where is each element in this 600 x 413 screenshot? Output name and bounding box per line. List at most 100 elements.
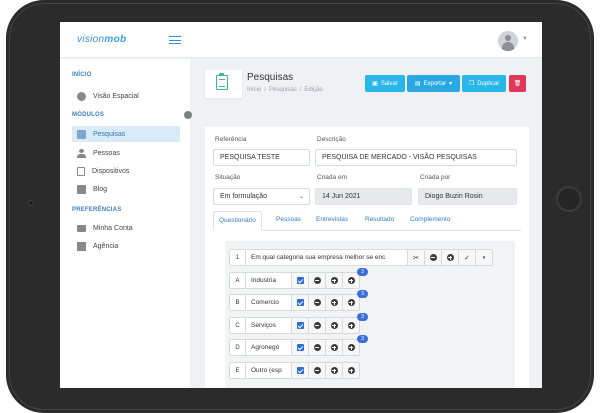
option-text-field[interactable]: Comercio bbox=[246, 294, 292, 311]
confirm-button[interactable]: ✓ bbox=[459, 249, 476, 266]
sidebar-item-label: Dispositivos bbox=[92, 168, 129, 175]
sidebar-item-agencia[interactable]: Agência bbox=[72, 238, 180, 254]
sidebar-item-pesquisas[interactable]: Pesquisas bbox=[72, 126, 180, 142]
menu-icon[interactable] bbox=[169, 36, 181, 44]
situacao-select[interactable]: Em formulação ⌄ bbox=[213, 188, 310, 205]
trash-icon: 🗑 bbox=[514, 80, 522, 87]
plus-circle-icon bbox=[348, 277, 355, 284]
sidebar-item-dispositivos[interactable]: Dispositivos bbox=[72, 163, 180, 179]
tab-pessoas[interactable]: Pessoas bbox=[276, 216, 301, 223]
tools-button[interactable]: ✂ bbox=[408, 249, 425, 266]
option-checkbox[interactable] bbox=[292, 272, 309, 289]
avatar[interactable] bbox=[498, 31, 518, 51]
situacao-label: Situação bbox=[215, 174, 240, 181]
save-button[interactable]: ▣ Salvar bbox=[365, 75, 405, 92]
more-button[interactable]: ▾ bbox=[476, 249, 493, 266]
option-text-field[interactable]: Industria bbox=[246, 272, 292, 289]
home-button bbox=[556, 186, 582, 212]
duplicate-button[interactable]: ❐ Duplicar bbox=[462, 75, 506, 92]
remove-option-button[interactable] bbox=[309, 294, 326, 311]
breadcrumb: Início / Pesquisas / Edição bbox=[247, 87, 323, 93]
clipboard-icon bbox=[216, 75, 228, 90]
minus-circle-icon bbox=[314, 277, 321, 284]
criada-em-field: 14 Jun 2021 bbox=[315, 188, 412, 205]
tab-complemento[interactable]: Complemento bbox=[410, 216, 450, 223]
count-badge: 3 bbox=[357, 335, 368, 343]
add-question-button[interactable] bbox=[442, 249, 459, 266]
add-option-button[interactable] bbox=[326, 339, 343, 356]
blog-icon bbox=[77, 185, 86, 194]
plus-circle-icon bbox=[348, 322, 355, 329]
app-logo[interactable]: visionmob bbox=[77, 34, 126, 45]
criada-por-field: Diogo Buzin Rosin bbox=[418, 188, 517, 205]
option-text-field[interactable]: Agronegó bbox=[246, 339, 292, 356]
add-option-button[interactable] bbox=[326, 294, 343, 311]
sidebar-item-blog[interactable]: Blog bbox=[72, 181, 180, 197]
sidebar-item-pessoas[interactable]: Pessoas bbox=[72, 145, 180, 161]
app-screen: visionmob ▼ INÍCIO Visão Espacial MÓDULO… bbox=[60, 22, 542, 388]
option-row: C Serviços bbox=[229, 317, 360, 334]
export-button[interactable]: ▤ Exportar ▾ bbox=[407, 75, 460, 92]
option-checkbox[interactable] bbox=[292, 294, 309, 311]
sidebar: INÍCIO Visão Espacial MÓDULOS Pesquisas … bbox=[60, 59, 190, 388]
option-checkbox[interactable] bbox=[292, 362, 309, 379]
people-icon bbox=[77, 149, 86, 158]
sidebar-item-label: Pesquisas bbox=[93, 131, 125, 138]
tools-icon: ✂ bbox=[413, 254, 419, 262]
question-number: 1 bbox=[229, 249, 246, 266]
sub-option-button[interactable] bbox=[343, 362, 360, 379]
referencia-label: Referência bbox=[215, 136, 246, 143]
sidebar-item-minha-conta[interactable]: Minha Conta bbox=[72, 220, 180, 236]
sidebar-item-visao-espacial[interactable]: Visão Espacial bbox=[72, 88, 180, 104]
clipboard-icon bbox=[77, 130, 86, 139]
count-badge: 3 bbox=[357, 268, 368, 276]
plus-circle-icon bbox=[331, 367, 338, 374]
save-icon: ▣ bbox=[372, 80, 378, 87]
tab-resultado[interactable]: Resultado bbox=[365, 216, 394, 223]
minus-circle-icon bbox=[314, 299, 321, 306]
save-label: Salvar bbox=[381, 81, 398, 87]
descricao-label: Descrição bbox=[317, 136, 346, 143]
sidebar-collapse-handle[interactable] bbox=[184, 111, 192, 119]
checkbox-checked-icon bbox=[297, 299, 304, 306]
breadcrumb-inicio[interactable]: Início bbox=[247, 87, 261, 93]
descricao-field[interactable]: PESQUISA DE MERCADO - VISÃO PESQUISAS bbox=[315, 149, 517, 166]
checkbox-checked-icon bbox=[297, 367, 304, 374]
add-option-button[interactable] bbox=[326, 272, 343, 289]
option-checkbox[interactable] bbox=[292, 339, 309, 356]
referencia-field[interactable]: PESQUISA TESTE bbox=[213, 149, 310, 166]
top-bar: visionmob ▼ bbox=[60, 22, 542, 58]
plus-circle-icon bbox=[348, 299, 355, 306]
tab-entrevistas[interactable]: Entrevistas bbox=[316, 216, 348, 223]
delete-button[interactable]: 🗑 bbox=[509, 75, 526, 92]
chevron-down-icon[interactable]: ▼ bbox=[522, 36, 528, 42]
tab-questionario[interactable]: Questionário bbox=[213, 211, 262, 231]
situacao-value: Em formulação bbox=[220, 193, 267, 200]
count-badge: 3 bbox=[357, 313, 368, 321]
option-letter: B bbox=[229, 294, 246, 311]
option-text-field[interactable]: Serviços bbox=[246, 317, 292, 334]
print-icon: ▤ bbox=[415, 80, 421, 87]
breadcrumb-pesquisas[interactable]: Pesquisas bbox=[269, 87, 297, 93]
remove-option-button[interactable] bbox=[309, 362, 326, 379]
remove-option-button[interactable] bbox=[309, 317, 326, 334]
chevron-down-icon: ▾ bbox=[483, 255, 486, 261]
checkbox-checked-icon bbox=[297, 277, 304, 284]
option-text-field[interactable]: Outro (esp bbox=[246, 362, 292, 379]
plus-circle-icon bbox=[331, 322, 338, 329]
duplicate-label: Duplicar bbox=[477, 81, 499, 87]
remove-question-button[interactable] bbox=[425, 249, 442, 266]
export-label: Exportar bbox=[423, 81, 446, 87]
add-option-button[interactable] bbox=[326, 317, 343, 334]
option-checkbox[interactable] bbox=[292, 317, 309, 334]
chevron-down-icon: ▾ bbox=[449, 80, 452, 87]
option-letter: A bbox=[229, 272, 246, 289]
page-title: Pesquisas bbox=[247, 72, 293, 83]
plus-circle-icon bbox=[447, 254, 454, 261]
breadcrumb-separator: / bbox=[264, 87, 266, 93]
remove-option-button[interactable] bbox=[309, 272, 326, 289]
remove-option-button[interactable] bbox=[309, 339, 326, 356]
add-option-button[interactable] bbox=[326, 362, 343, 379]
breadcrumb-edicao: Edição bbox=[304, 87, 322, 93]
question-text-field[interactable]: Em qual categoria sua empresa melhor se … bbox=[246, 249, 408, 266]
